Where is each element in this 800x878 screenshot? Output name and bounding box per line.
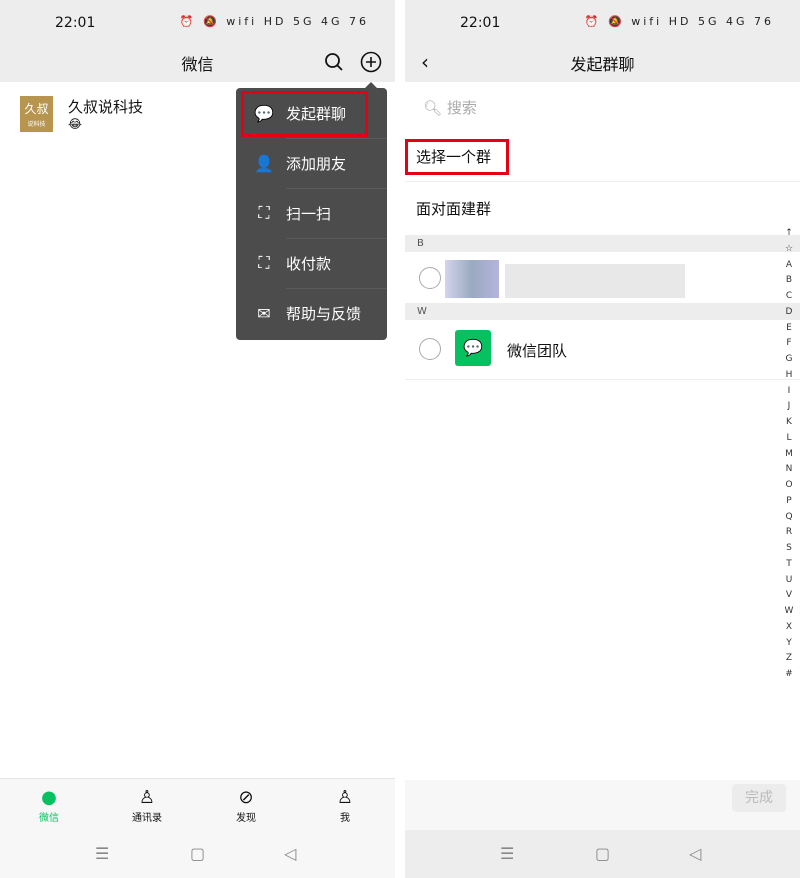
- index-letter[interactable]: B: [782, 273, 796, 289]
- add-friend-icon: 👤: [252, 154, 276, 173]
- select-radio[interactable]: [419, 338, 441, 360]
- index-letter[interactable]: S: [782, 541, 796, 557]
- index-letter[interactable]: K: [782, 415, 796, 431]
- index-letter[interactable]: W: [782, 604, 796, 620]
- menu-icon[interactable]: ☰: [95, 844, 109, 863]
- index-letter[interactable]: Q: [782, 510, 796, 526]
- start-group-chat-screen: 22:01 ⏰ 🔕 wifi HD 5G 4G 76 ‹ 发起群聊 🔍︎ 搜索 …: [405, 0, 800, 878]
- menu-label: 帮助与反馈: [286, 303, 361, 324]
- back-icon[interactable]: ◁: [689, 844, 701, 863]
- tab-label: 我: [315, 809, 375, 824]
- index-letter[interactable]: X: [782, 620, 796, 636]
- index-letter[interactable]: N: [782, 462, 796, 478]
- index-letter[interactable]: V: [782, 588, 796, 604]
- tab-discover[interactable]: ⊘发现: [216, 787, 276, 824]
- wechat-logo-icon: 💬: [455, 330, 491, 366]
- menu-label: 添加朋友: [286, 153, 346, 174]
- done-button[interactable]: 完成: [732, 784, 786, 812]
- index-letter[interactable]: C: [782, 289, 796, 305]
- contacts-icon: ♙: [117, 787, 177, 809]
- menu-item-add-friend[interactable]: 👤 添加朋友: [236, 138, 387, 188]
- index-letter[interactable]: O: [782, 478, 796, 494]
- menu-icon[interactable]: ☰: [500, 844, 514, 863]
- highlight-box: [241, 91, 368, 137]
- index-letter[interactable]: J: [782, 399, 796, 415]
- bottom-action-bar: 完成: [405, 780, 800, 830]
- status-icons: ⏰ 🔕 wifi HD 5G 4G 76: [180, 15, 369, 28]
- system-nav-bar: ☰ ▢ ◁: [405, 830, 800, 878]
- back-icon[interactable]: ◁: [284, 844, 296, 863]
- status-bar: 22:01 ⏰ 🔕 wifi HD 5G 4G 76: [0, 0, 395, 42]
- section-header: B: [405, 235, 800, 252]
- highlight-box: [405, 139, 509, 175]
- tab-chats[interactable]: ●微信: [19, 787, 79, 824]
- clock: 22:01: [460, 15, 500, 31]
- index-letter[interactable]: G: [782, 352, 796, 368]
- tab-contacts[interactable]: ♙通讯录: [117, 787, 177, 824]
- search-placeholder: 搜索: [447, 99, 477, 117]
- tab-label: 通讯录: [117, 809, 177, 824]
- index-letter[interactable]: #: [782, 667, 796, 683]
- menu-item-help-feedback[interactable]: ✉ 帮助与反馈: [236, 288, 387, 338]
- index-letter[interactable]: U: [782, 573, 796, 589]
- search-input[interactable]: 🔍︎ 搜索: [405, 90, 800, 126]
- wechat-main-screen: 22:01 ⏰ 🔕 wifi HD 5G 4G 76 微信 久叔 说科技 久叔说…: [0, 0, 395, 878]
- menu-label: 收付款: [286, 253, 331, 274]
- mail-icon: ✉: [252, 304, 276, 323]
- menu-item-scan[interactable]: ⛶ 扫一扫: [236, 188, 387, 238]
- status-bar: 22:01 ⏰ 🔕 wifi HD 5G 4G 76: [405, 0, 800, 42]
- index-letter[interactable]: T: [782, 557, 796, 573]
- alphabet-index[interactable]: ↑☆ABCDEFGHIJKLMNOPQRSTUVWXYZ#: [782, 226, 796, 683]
- home-icon[interactable]: ▢: [190, 844, 205, 863]
- index-letter[interactable]: A: [782, 258, 796, 274]
- index-letter[interactable]: F: [782, 336, 796, 352]
- contact-name: 微信团队: [507, 340, 567, 361]
- face-to-face-group-option[interactable]: 面对面建群: [405, 184, 800, 234]
- home-icon[interactable]: ▢: [595, 844, 610, 863]
- avatar-subtext: 说科技: [20, 119, 53, 128]
- page-title: 发起群聊: [405, 51, 800, 75]
- tab-label: 发现: [216, 809, 276, 824]
- search-icon: 🔍︎: [423, 99, 442, 117]
- status-icons: ⏰ 🔕 wifi HD 5G 4G 76: [585, 15, 774, 28]
- blurred-avatar: [445, 260, 499, 298]
- index-letter[interactable]: Z: [782, 651, 796, 667]
- section-header: W: [405, 303, 800, 320]
- index-letter[interactable]: D: [782, 305, 796, 321]
- scan-icon: ⛶: [252, 203, 276, 223]
- blurred-name: [505, 264, 685, 298]
- index-letter[interactable]: E: [782, 321, 796, 337]
- clock: 22:01: [55, 15, 95, 31]
- person-icon: ♙: [315, 787, 375, 809]
- avatar: 久叔 说科技: [20, 96, 53, 132]
- chat-name: 久叔说科技: [68, 96, 143, 117]
- index-letter[interactable]: ☆: [782, 242, 796, 258]
- index-letter[interactable]: L: [782, 431, 796, 447]
- bottom-tab-bar: ●微信 ♙通讯录 ⊘发现 ♙我: [0, 778, 395, 830]
- index-letter[interactable]: H: [782, 368, 796, 384]
- menu-label: 扫一扫: [286, 203, 331, 224]
- search-icon[interactable]: [322, 50, 346, 74]
- compass-icon: ⊘: [216, 787, 276, 809]
- index-letter[interactable]: I: [782, 384, 796, 400]
- tab-me[interactable]: ♙我: [315, 787, 375, 824]
- index-letter[interactable]: M: [782, 447, 796, 463]
- index-letter[interactable]: P: [782, 494, 796, 510]
- contact-row[interactable]: 💬 微信团队: [405, 320, 800, 380]
- plus-circle-icon[interactable]: [358, 49, 384, 75]
- title-bar: 微信: [0, 42, 395, 82]
- system-nav-bar: ☰ ▢ ◁: [0, 830, 395, 878]
- chat-bubble-icon: ●: [19, 787, 79, 809]
- avatar-text: 久叔: [20, 100, 53, 117]
- menu-item-payment[interactable]: ⛶ 收付款: [236, 238, 387, 288]
- chat-preview: 😂: [68, 117, 82, 131]
- payment-icon: ⛶: [252, 253, 276, 273]
- index-letter[interactable]: Y: [782, 636, 796, 652]
- tab-label: 微信: [19, 809, 79, 824]
- select-radio[interactable]: [419, 267, 441, 289]
- index-letter[interactable]: R: [782, 525, 796, 541]
- title-bar: ‹ 发起群聊: [405, 42, 800, 82]
- contact-row[interactable]: [405, 252, 800, 303]
- index-letter[interactable]: ↑: [782, 226, 796, 242]
